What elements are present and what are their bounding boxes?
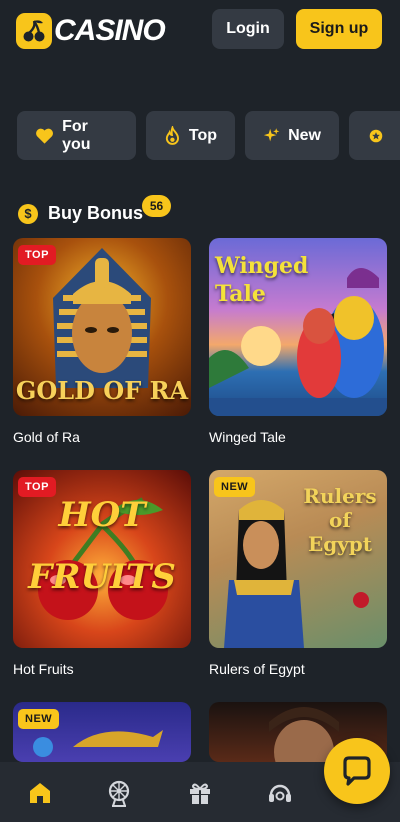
top-tag: TOP: [18, 477, 56, 497]
login-button[interactable]: Login: [212, 9, 284, 49]
section-header[interactable]: $ Buy Bonus: [18, 203, 143, 224]
ferris-wheel-icon: [108, 780, 130, 807]
tab-label: Top: [188, 126, 217, 144]
category-tabs: For you Top New: [17, 111, 400, 161]
thumbnail-title: HOT FRUITS: [28, 495, 176, 597]
cherry-logo-icon: [16, 13, 52, 49]
game-card[interactable]: NEW: [13, 702, 191, 762]
logo-text: CASINO: [54, 14, 166, 47]
thumbnail-title: Winged Tale: [215, 253, 309, 307]
sparkles-icon: [263, 127, 280, 141]
new-tag: NEW: [214, 477, 256, 497]
game-card-winged-tale[interactable]: Winged Tale Winged Tale: [209, 238, 387, 445]
game-title: Winged Tale: [209, 429, 286, 445]
heart-icon: [36, 128, 53, 144]
section-title: Buy Bonus: [48, 203, 144, 223]
signup-button[interactable]: Sign up: [296, 9, 382, 49]
game-thumbnail[interactable]: HOT FRUITS TOP: [13, 470, 191, 648]
support-headset-icon: [269, 784, 291, 802]
tab-label: For you: [62, 117, 91, 153]
header: CASINO Login Sign up: [0, 0, 400, 62]
game-thumbnail[interactable]: Winged Tale: [209, 238, 387, 416]
casino-logo[interactable]: CASINO: [16, 13, 166, 49]
nav-support[interactable]: [265, 778, 295, 808]
game-title: Rulers of Egypt: [209, 661, 305, 677]
chat-bubble-icon: [343, 756, 371, 786]
tab-new[interactable]: New: [245, 111, 339, 160]
flame-icon: [165, 125, 179, 145]
tab-top[interactable]: Top: [146, 111, 235, 160]
top-tag: TOP: [18, 245, 56, 265]
nav-gifts[interactable]: [185, 778, 215, 808]
nav-wheel[interactable]: [104, 778, 134, 808]
tab-label: New: [288, 126, 321, 144]
thumbnail-title: GOLD OF RA: [15, 376, 189, 405]
new-tag: NEW: [18, 709, 60, 729]
count-badge: 56: [142, 195, 171, 217]
tab-for-you[interactable]: For you: [17, 111, 136, 160]
nav-home[interactable]: [25, 778, 55, 808]
live-chat-button[interactable]: [324, 738, 390, 804]
game-thumbnail[interactable]: Rulers of Egypt NEW: [209, 470, 387, 648]
game-title: Hot Fruits: [13, 661, 74, 677]
game-thumbnail[interactable]: GOLD OF RA TOP: [13, 238, 191, 416]
game-thumbnail[interactable]: NEW: [13, 702, 191, 762]
star-icon: [369, 129, 383, 142]
game-title: Gold of Ra: [13, 429, 80, 445]
dollar-coin-icon: $: [18, 203, 38, 224]
game-card-rulers-of-egypt[interactable]: Rulers of Egypt NEW Rulers of Egypt: [209, 470, 387, 677]
thumbnail-title: Rulers of Egypt: [303, 484, 377, 556]
gift-icon: [190, 783, 210, 804]
game-card-gold-of-ra[interactable]: GOLD OF RA TOP Gold of Ra: [13, 238, 191, 445]
tab-favorites[interactable]: [349, 111, 400, 160]
game-card-hot-fruits[interactable]: HOT FRUITS TOP Hot Fruits: [13, 470, 191, 677]
home-icon: [30, 783, 50, 803]
